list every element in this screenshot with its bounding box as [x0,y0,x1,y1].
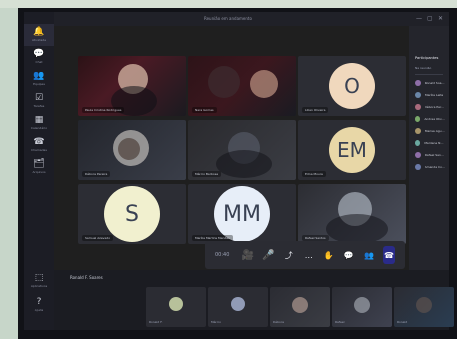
participant-avatar: MM [214,186,270,242]
participant-list-item[interactable]: Marilene Nunes [415,138,445,148]
participant-tile[interactable]: MM Marília Martins Mendes [188,184,296,244]
rail-item-files[interactable]: 🗂 Arquivos [24,156,54,178]
bottom-tile-avatar [169,297,183,311]
help-icon: ? [36,297,42,307]
rail-item-activity[interactable]: 🔔 Atividade [24,24,54,46]
participants-separator [415,74,443,75]
participant-list-name: Débora Pereira [424,105,446,109]
hand-icon[interactable]: ✋ [323,246,335,264]
bottom-tile-caption: Ronald F. [149,320,163,324]
more-icon[interactable]: … [303,246,315,264]
meeting-timer: 00:40 [215,252,230,258]
maximize-icon[interactable]: ▢ [427,15,433,22]
participant-avatar: S [104,186,160,242]
bottom-strip-tiles: Ronald F. Márcio Débora Rafael Ronald [146,287,454,327]
chat-icon: 💬 [33,49,45,59]
bottom-tile-caption: Márcio [211,320,221,324]
participant-list-avatar [415,92,421,98]
participants-icon[interactable]: 👥 [363,246,375,264]
participant-tile[interactable]: Rafael Santos [298,184,406,244]
bottom-tile[interactable]: Débora [270,287,330,327]
participant-list-name: Ronald Soares [424,81,445,85]
participant-list-item[interactable]: Débora Pereira [415,102,445,112]
files-icon: 🗂 [33,159,45,169]
participant-list-item[interactable]: Marisa Aguiar [415,126,445,136]
rail-item-tasks[interactable]: ☑ Tarefas [24,90,54,112]
rail-item-calendar[interactable]: ▦ Calendário [24,112,54,134]
participant-list-avatar [415,80,421,86]
bottom-tile-caption: Rafael [335,320,345,324]
bottom-tile[interactable]: Márcio [208,287,268,327]
participant-tile[interactable]: Nara Gomes [188,56,296,116]
participant-name: Nara Gomes [192,107,217,113]
participant-list-name: Rafael Santos [424,153,445,157]
participant-tile[interactable]: S Samuel Azevedo [78,184,186,244]
participant-list-item[interactable]: Rafael Santos [415,150,445,160]
video-icon[interactable]: 🎥 [242,246,254,264]
phone-icon: ☎ [33,137,45,147]
participant-list-name: Marilene Nunes [424,141,445,145]
minimize-icon[interactable]: — [416,15,422,22]
close-icon[interactable]: ✕ [438,15,443,22]
left-app-rail: 🔔 Atividade 💬 Chat 👥 Equipes ☑ Tarefas ▦… [24,12,54,330]
participant-list-item[interactable]: Andrea Oliveira [415,114,445,124]
window-titlebar: Reunião em andamento — ▢ ✕ [54,12,449,26]
screenshot-frame: 🔔 Atividade 💬 Chat 👥 Equipes ☑ Tarefas ▦… [0,0,457,339]
bottom-tile[interactable]: Rafael [332,287,392,327]
participant-list-avatar [415,116,421,122]
share-icon[interactable]: ⤴ [283,246,295,264]
bell-icon: 🔔 [33,27,45,37]
participant-list-avatar [415,152,421,158]
leave-icon[interactable]: ☎ [382,246,396,264]
bottom-tile-caption: Ronald [397,320,408,324]
participant-list-avatar [415,104,421,110]
participants-subtitle: Na reunião [415,66,432,70]
participant-avatar: EM [329,127,375,173]
rail-item-chat[interactable]: 💬 Chat [24,46,54,68]
participant-stage: Paula Cristina Rodrigues Nara Gomes O Li… [78,56,408,246]
participants-title: Participantes [415,56,439,60]
rail-item-apps[interactable]: ⬚ Aplicativos [24,270,54,292]
calendar-icon: ▦ [34,115,44,125]
participant-list-avatar [415,164,421,170]
participant-tile[interactable]: Márcio Barbosa [188,120,296,180]
participant-name: Márcio Barbosa [192,171,222,177]
participant-list-name: Andrea Oliveira [424,117,445,121]
participant-list-name: Amanda Costa [424,165,445,169]
bottom-tile[interactable]: Ronald F. [146,287,206,327]
mic-icon[interactable]: 🎤 [262,246,274,264]
tasks-icon: ☑ [34,93,44,103]
participant-tile[interactable]: Débora Pereira [78,120,186,180]
bottom-tile-avatar [231,297,245,311]
participant-list-item[interactable]: Ronald Soares [415,78,445,88]
participant-avatar: O [329,63,375,109]
bottom-strip-label: Ronald F. Soares [70,275,103,280]
participant-list-avatar [415,128,421,134]
participant-name: Débora Pereira [82,171,111,177]
background-wall [0,0,18,339]
apps-icon: ⬚ [34,273,44,283]
participant-list-item[interactable]: Marília Leite [415,90,445,100]
participant-list-name: Marília Leite [425,93,444,97]
teams-icon: 👥 [33,71,45,81]
chat-icon[interactable]: 💬 [343,246,355,264]
participant-list-name: Marisa Aguiar [424,129,445,133]
participant-name: Edna Moura [302,171,326,177]
participant-list-avatar [415,140,421,146]
participant-tile[interactable]: EM Edna Moura [298,120,406,180]
meeting-controls: 00:40 🎥 🎤 ⤴ … ✋ 💬 👥 ☎ [205,241,405,269]
participant-name: Paula Cristina Rodrigues [82,107,125,113]
participant-tile[interactable]: Paula Cristina Rodrigues [78,56,186,116]
participant-tile[interactable]: O Lilian Oliveira [298,56,406,116]
participant-name: Lilian Oliveira [302,107,329,113]
rail-item-teams[interactable]: 👥 Equipes [24,68,54,90]
window-title: Reunião em andamento [204,16,252,21]
background-wall-top [0,0,457,8]
bottom-tile[interactable]: Ronald [394,287,454,327]
rail-item-help[interactable]: ? Ajuda [24,294,54,316]
rail-item-calls[interactable]: ☎ Chamadas [24,134,54,156]
participant-name: Samuel Azevedo [82,235,114,241]
participant-list-item[interactable]: Amanda Costa [415,162,445,172]
bottom-tile-caption: Débora [273,320,284,324]
